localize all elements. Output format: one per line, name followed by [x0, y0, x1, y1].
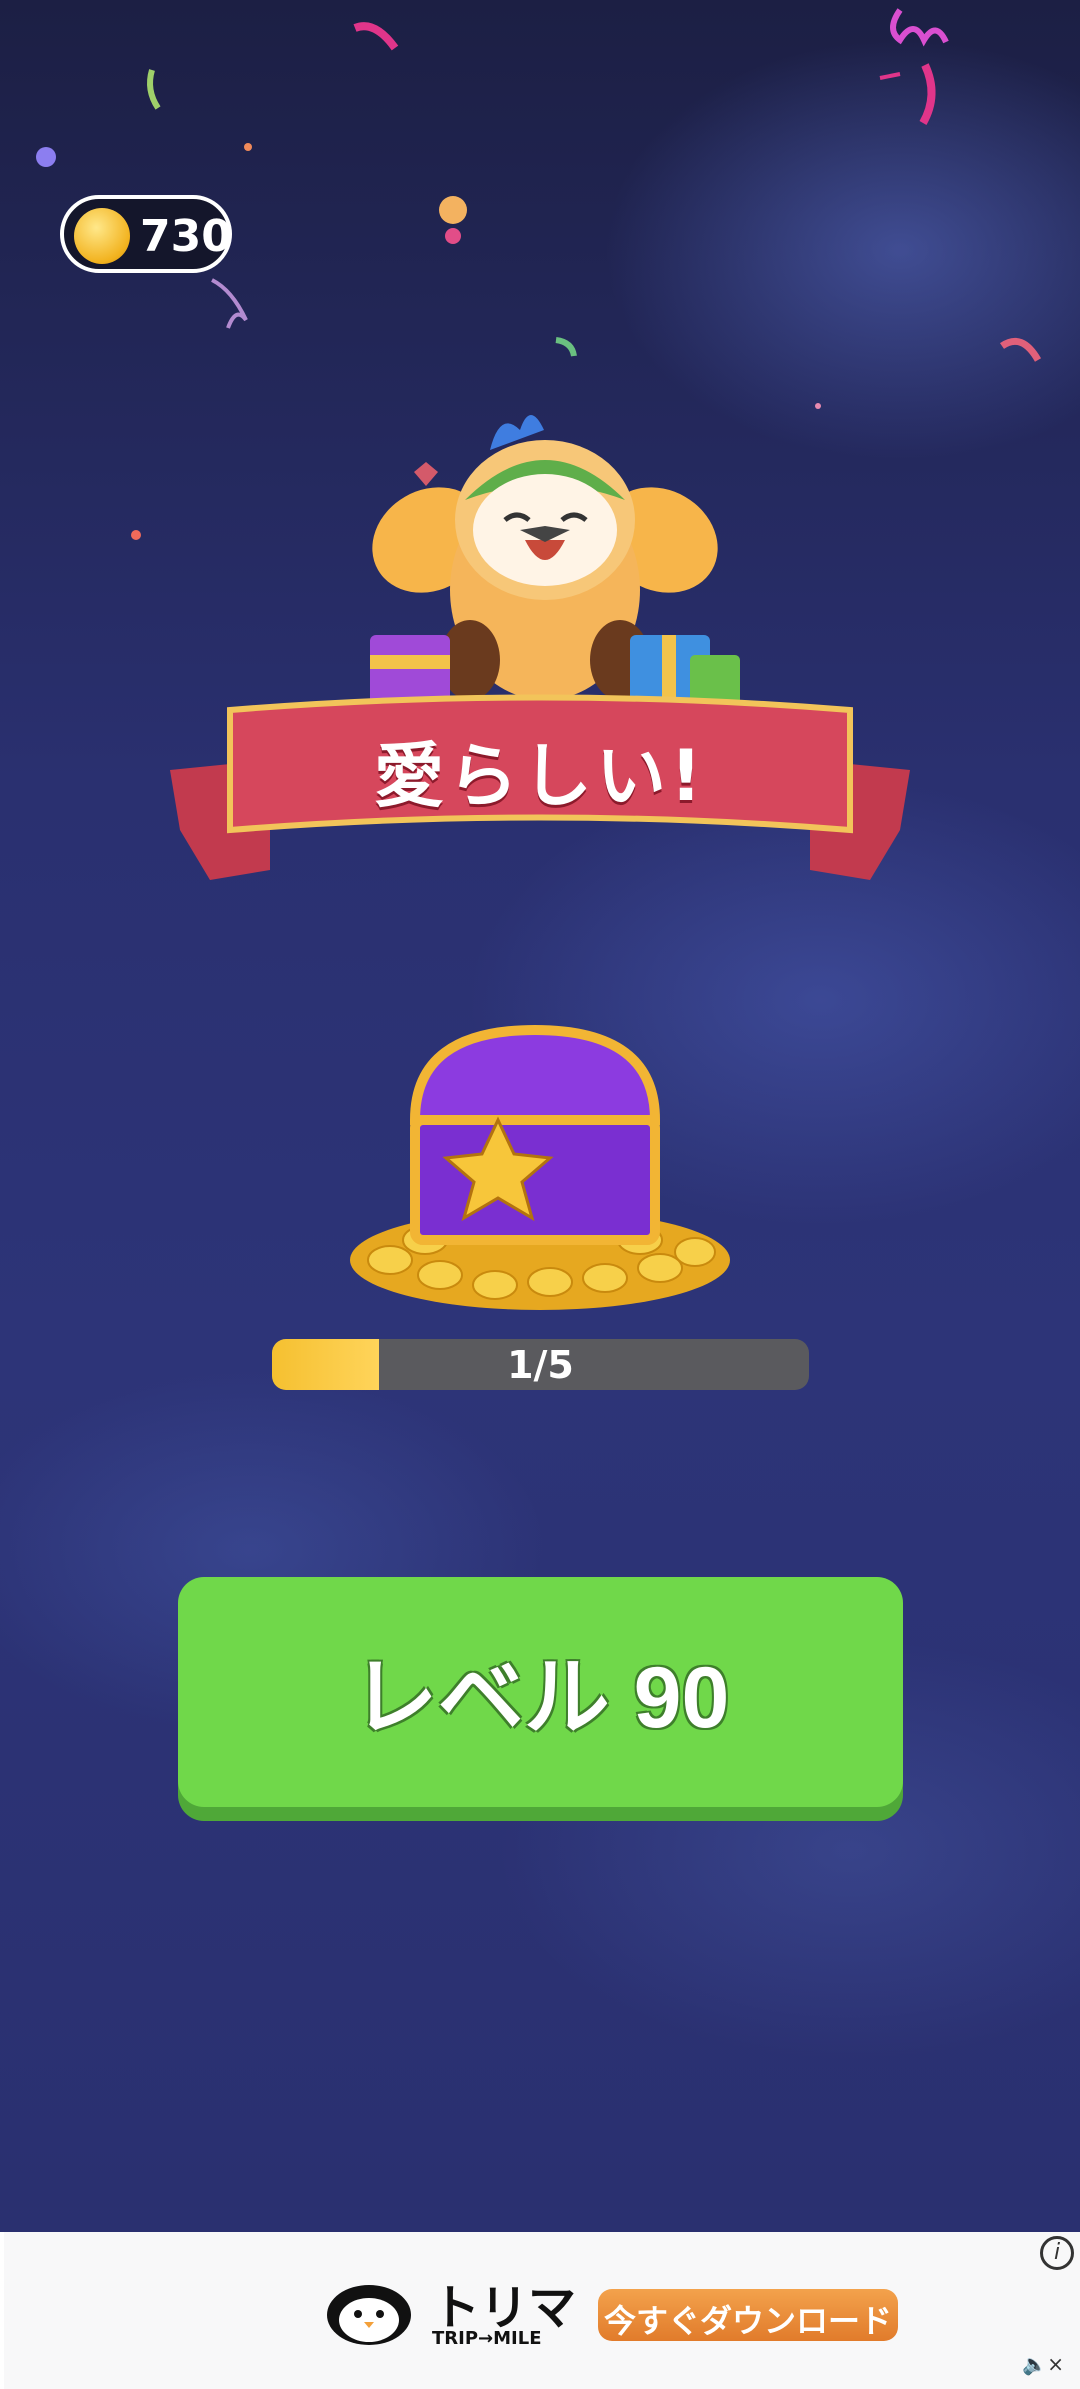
treasure-chest-illustration: [350, 1024, 730, 1310]
bird-mascot-illustration: [370, 415, 740, 705]
ad-banner[interactable]: i トリマ TRIP→MILE 今すぐダウンロード 🔈×: [4, 2232, 1080, 2389]
ad-download-button[interactable]: 今すぐダウンロード: [598, 2289, 898, 2341]
progress-label: 1/5: [507, 1343, 574, 1387]
celebration-banner: 愛らしい!: [170, 690, 910, 890]
banner-text: 愛らしい!: [374, 735, 706, 817]
ad-brand-subtitle: TRIP→MILE: [432, 2328, 542, 2349]
level-button-label: レベル 90: [351, 1650, 730, 1746]
penguin-logo-icon: [327, 2285, 411, 2345]
chest-progress-bar: 1/5: [272, 1339, 809, 1390]
ad-download-label: 今すぐダウンロード: [603, 2302, 892, 2340]
coin-counter: 730: [60, 195, 232, 273]
coin-count: 730: [140, 211, 232, 262]
info-icon[interactable]: i: [1040, 2236, 1074, 2270]
next-level-button[interactable]: レベル 90: [178, 1577, 903, 1807]
mute-icon[interactable]: 🔈×: [1022, 2352, 1064, 2376]
coin-icon: [74, 208, 130, 264]
